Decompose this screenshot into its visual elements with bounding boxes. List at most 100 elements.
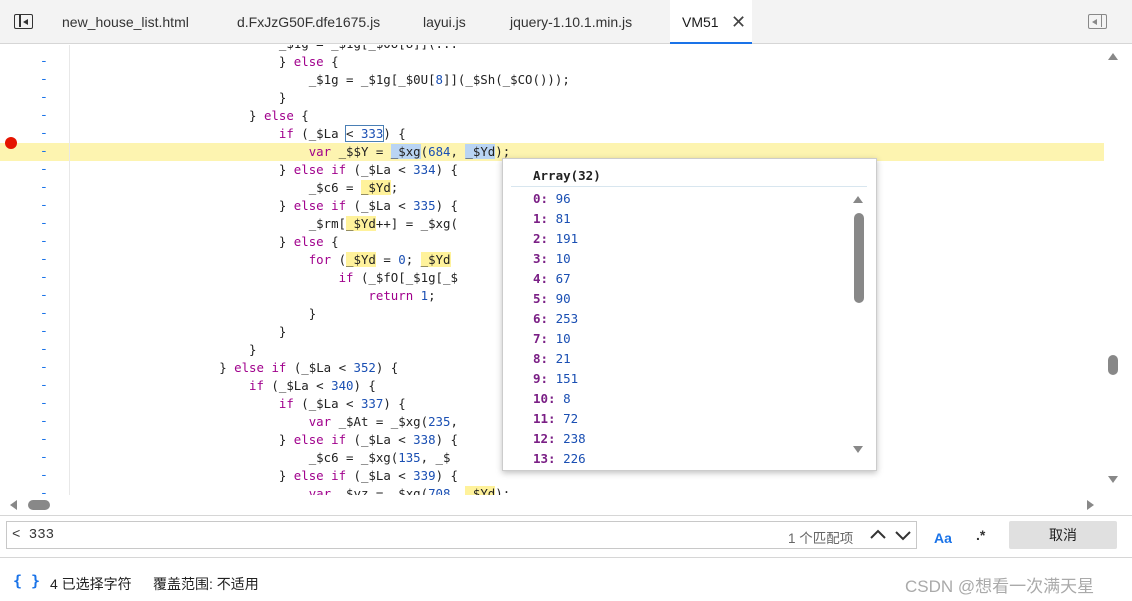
previous-match-button[interactable] [866,523,890,547]
match-count: 1 个匹配项 [788,531,854,546]
array-value: 72 [555,411,579,426]
array-index: 9: [533,371,549,386]
search-input[interactable] [6,521,917,549]
line-gutter-marker[interactable]: - [40,305,48,323]
line-gutter-marker[interactable]: - [40,197,48,215]
line-gutter-marker[interactable]: - [40,341,48,359]
code-line: - } [0,89,1104,107]
line-gutter-marker[interactable]: - [40,89,48,107]
array-index: 0: [533,191,549,206]
hscroll-thumb[interactable] [28,500,50,510]
array-index: 13: [533,451,556,466]
array-index: 10: [533,391,556,406]
chevron-up-icon [870,529,886,539]
line-gutter-marker[interactable]: - [40,449,48,467]
array-item[interactable]: 4: 67 [533,269,571,289]
tab-bar: new_house_list.html d.FxJzG50F.dfe1675.j… [0,0,1132,44]
code-text: _$c6 = _$Yd; [70,180,399,195]
toggle-navigator-icon[interactable] [14,14,33,29]
line-gutter-marker[interactable]: - [40,359,48,377]
scroll-up-icon[interactable] [1108,53,1118,60]
line-gutter-marker[interactable]: - [40,125,48,143]
toggle-debugger-icon[interactable] [1088,14,1107,29]
match-case-button[interactable]: Aa [934,530,952,546]
tab-jquery[interactable]: jquery-1.10.1.min.js [510,0,632,44]
line-gutter-marker[interactable]: - [40,107,48,125]
code-text: return 1; [368,288,436,303]
array-value: 90 [548,291,571,306]
code-text: _$rm[_$Yd++] = _$xg( [70,216,458,231]
array-item[interactable]: 8: 21 [533,349,571,369]
regex-button[interactable]: .* [976,527,985,543]
horizontal-scrollbar[interactable] [0,496,1104,514]
line-gutter-marker[interactable]: - [40,467,48,485]
line-gutter-marker[interactable]: - [40,395,48,413]
array-item[interactable]: 0: 96 [533,189,571,209]
line-gutter-marker[interactable]: - [40,269,48,287]
line-gutter-marker[interactable]: - [40,251,48,269]
tab-vm51[interactable]: VM51 ✕ [670,0,752,44]
line-gutter-marker[interactable]: - [40,53,48,71]
code-text: } else { [70,234,339,249]
array-item[interactable]: 10: 8 [533,389,571,409]
scroll-down-icon[interactable] [1108,476,1118,483]
array-value: 238 [555,431,586,446]
code-text: var _$At = _$xg(235, [308,414,458,429]
code-text: } else if (_$La < 334) { [70,162,458,177]
popover-title[interactable]: Array(32) [533,168,601,183]
vertical-scrollbar[interactable] [1104,45,1132,495]
array-item[interactable]: 9: 151 [533,369,578,389]
line-gutter-marker[interactable]: - [40,215,48,233]
array-item[interactable]: 7: 10 [533,329,571,349]
array-index: 5: [533,291,549,306]
tab-layui[interactable]: layui.js [423,0,466,44]
array-item[interactable]: 3: 10 [533,249,571,269]
array-value: 96 [548,191,571,206]
scroll-right-icon[interactable] [1087,500,1094,510]
code-text: } else if (_$La < 335) { [70,198,458,213]
popover-scroll-thumb[interactable] [854,213,864,303]
pretty-print-icon[interactable]: { } [13,572,40,590]
tab-d-fxjzg50f[interactable]: d.FxJzG50F.dfe1675.js [237,0,380,44]
array-item[interactable]: 1: 81 [533,209,571,229]
value-popover[interactable]: Array(32) 0: 96 1: 81 2: 191 3: 10 4: 67 5: 9… [502,158,877,471]
line-gutter-marker[interactable]: - [40,323,48,341]
code-text: var _$$Y = _$xg(684, _$Yd); [308,144,511,159]
next-match-button[interactable] [891,523,915,547]
code-text: if (_$La < 340) { [249,378,376,393]
array-item[interactable]: 12: 238 [533,429,586,449]
line-gutter-marker[interactable]: - [40,377,48,395]
gutter-separator [69,45,70,495]
array-value: 151 [548,371,579,386]
line-gutter-marker[interactable]: - [40,161,48,179]
code-line: - _$1g = _$1g[_$0U[8]](... [0,45,1104,53]
array-item[interactable]: 13: 226 [533,449,586,469]
cancel-button[interactable]: 取消 [1009,521,1117,549]
code-text: } else if (_$La < 339) { [70,468,458,483]
breakpoint-marker[interactable] [5,137,17,149]
close-icon[interactable]: ✕ [731,13,746,31]
line-gutter-marker[interactable]: - [40,431,48,449]
tab-new-house-list[interactable]: new_house_list.html [62,0,189,44]
line-gutter-marker[interactable]: - [40,413,48,431]
scroll-left-icon[interactable] [10,500,17,510]
array-item[interactable]: 2: 191 [533,229,578,249]
array-item[interactable]: 6: 253 [533,309,578,329]
array-item[interactable]: 11: 72 [533,409,578,429]
line-gutter-marker[interactable]: - [40,287,48,305]
line-gutter-marker[interactable]: - [40,233,48,251]
line-gutter-marker[interactable]: - [40,143,48,161]
coverage-status: 覆盖范围: 不适用 [153,576,259,592]
scroll-thumb[interactable] [1108,355,1118,375]
line-gutter-marker[interactable]: - [40,179,48,197]
popover-scroll-up-icon[interactable] [853,196,863,203]
line-gutter-marker[interactable]: - [40,71,48,89]
code-line: - } else { [0,107,1104,125]
line-gutter-marker[interactable]: - [40,485,48,495]
array-item[interactable]: 5: 90 [533,289,571,309]
popover-scroll-down-icon[interactable] [853,446,863,453]
code-line: - _$1g = _$1g[_$0U[8]](_$Sh(_$CO())); [0,71,1104,89]
array-value: 191 [548,231,579,246]
code-text: } [70,306,317,321]
search-query[interactable]: < 333 [12,527,54,543]
